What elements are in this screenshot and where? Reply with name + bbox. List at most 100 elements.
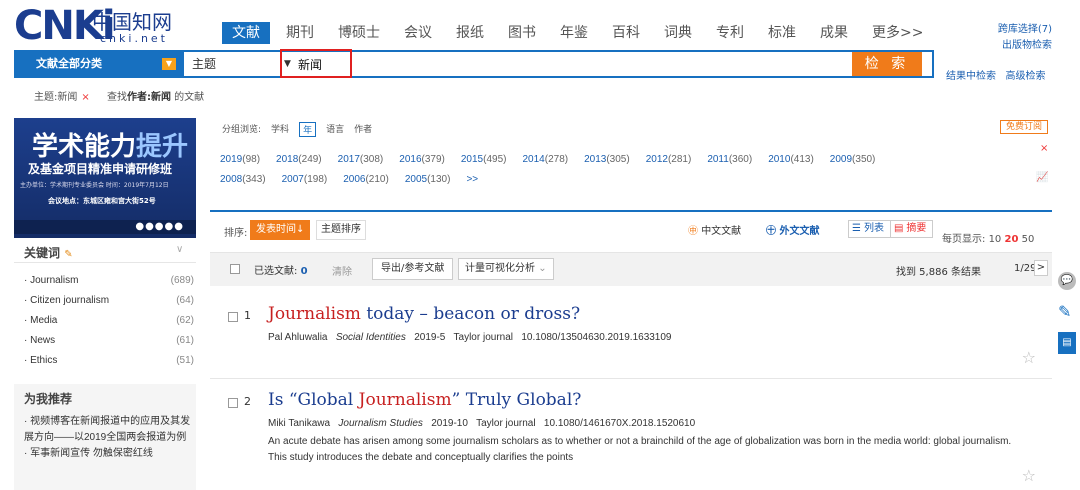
foreign-docs-tab[interactable]: ㊉ 外文文献 xyxy=(766,222,819,237)
year-filter-item[interactable]: >> xyxy=(466,170,478,190)
select-all-checkbox[interactable] xyxy=(230,264,240,274)
cross-db-select-link[interactable]: 跨库选择(7) xyxy=(912,22,1052,38)
favorite-star-icon[interactable]: ☆ xyxy=(1022,348,1036,367)
keyword-item[interactable]: · Media (62) xyxy=(24,312,194,332)
crumb-author-value[interactable]: 新闻 xyxy=(151,92,171,103)
search-field-select[interactable]: 主题 xyxy=(192,52,216,76)
search-button[interactable]: 检 索 xyxy=(852,52,922,76)
nav-item[interactable]: 文献 xyxy=(222,22,270,44)
result-search-link[interactable]: 结果中检索 xyxy=(946,71,996,82)
clear-button[interactable]: 清除 xyxy=(332,263,352,278)
nav-item[interactable]: 报纸 xyxy=(456,22,484,44)
group-tab[interactable]: 年 xyxy=(299,122,317,137)
nav-item[interactable]: 博硕士 xyxy=(338,22,380,44)
recommend-item[interactable]: · 视频博客在新闻报道中的应用及其发展方向——以2019全国两会报道为例 xyxy=(24,414,194,446)
collapse-icon[interactable]: ∨ xyxy=(176,244,183,255)
keyword-label: News xyxy=(30,335,56,346)
abstract-view-button[interactable]: ▤ 摘要 xyxy=(889,221,932,237)
result-checkbox[interactable] xyxy=(228,398,238,408)
result-journal[interactable]: Social Identities xyxy=(336,332,406,343)
year-filter-item[interactable]: 2009(350) xyxy=(830,150,876,170)
advanced-search-link[interactable]: 高级检索 xyxy=(1006,71,1046,82)
search-input[interactable] xyxy=(298,52,858,76)
keyword-item[interactable]: · News (61) xyxy=(24,332,194,352)
year-filter-item[interactable]: 2006(210) xyxy=(343,170,389,190)
nav-item[interactable]: 专利 xyxy=(716,22,744,44)
nav-item[interactable]: 期刊 xyxy=(286,22,314,44)
pen-icon[interactable]: ✎ xyxy=(1058,302,1076,321)
result-title[interactable]: Journalism today – beacon or dross? xyxy=(268,304,580,324)
nav-item[interactable]: 百科 xyxy=(612,22,640,44)
list-view-button[interactable]: ☰ 列表 xyxy=(849,221,890,237)
year-filter-item[interactable]: 2019(98) xyxy=(220,150,260,170)
year-filter-item[interactable]: 2011(360) xyxy=(707,150,752,170)
nav-item[interactable]: 词典 xyxy=(664,22,692,44)
remove-tag-icon[interactable]: × xyxy=(81,92,89,103)
year-filter-item[interactable]: 2017(308) xyxy=(338,150,384,170)
cnki-logo[interactable]: CNKi 中国知网 cnki.net xyxy=(14,4,194,48)
next-page-button[interactable]: > xyxy=(1034,260,1048,276)
nav-item[interactable]: 年鉴 xyxy=(560,22,588,44)
sort-label: 排序: xyxy=(224,228,248,239)
result-number: 1 xyxy=(244,309,251,322)
keyword-item[interactable]: · Ethics (51) xyxy=(24,352,194,372)
result-authors[interactable]: Miki Tanikawa xyxy=(268,418,330,429)
chart-icon[interactable]: 📈 xyxy=(1036,172,1048,183)
crumb-tag: 主题:新闻 xyxy=(34,92,78,103)
nav-item[interactable]: 标准 xyxy=(768,22,796,44)
logo-chinese-text: 中国知网 xyxy=(92,10,172,34)
year-filter-item[interactable]: 2008(343) xyxy=(220,170,266,190)
group-tab[interactable]: 学科 xyxy=(271,122,289,137)
keyword-item[interactable]: · Journalism (689) xyxy=(24,272,194,292)
analysis-dropdown[interactable]: 计量可视化分析 ⌄ xyxy=(458,258,554,280)
group-tab[interactable]: 语言 xyxy=(326,122,344,137)
per-page-20[interactable]: 20 xyxy=(1004,234,1018,245)
per-page-50[interactable]: 50 xyxy=(1022,234,1035,245)
year-filter-item[interactable]: 2007(198) xyxy=(282,170,328,190)
per-page-10[interactable]: 10 xyxy=(989,234,1002,245)
subscribe-button[interactable]: 免费订阅 xyxy=(1000,120,1048,134)
year-filter-item[interactable]: 2018(249) xyxy=(276,150,322,170)
result-title[interactable]: Is “Global Journalism” Truly Global? xyxy=(268,390,581,410)
year-count: (130) xyxy=(427,174,451,185)
category-dropdown[interactable]: 文献全部分类 ▼ xyxy=(16,52,184,76)
sort-by-time-button[interactable]: 发表时间↓ xyxy=(250,220,311,240)
year-filter-item[interactable]: 2015(495) xyxy=(461,150,507,170)
nav-item[interactable]: 成果 xyxy=(820,22,848,44)
close-icon[interactable]: × xyxy=(1040,143,1048,154)
result-abstract: An acute debate has arisen among some jo… xyxy=(268,436,1012,463)
year-filter-item[interactable]: 2013(305) xyxy=(584,150,630,170)
favorite-star-icon[interactable]: ☆ xyxy=(1022,466,1036,485)
notes-icon[interactable]: ▤ xyxy=(1058,332,1076,354)
group-tabs: 分组浏览: 学科年语言 作者 xyxy=(222,122,382,137)
feedback-bubble-icon[interactable]: 💬 xyxy=(1058,272,1076,290)
year-count: (249) xyxy=(298,154,322,165)
year-label: >> xyxy=(466,174,479,185)
year-filter-item[interactable]: 2016(379) xyxy=(399,150,445,170)
carousel-dots[interactable]: ●●●●● xyxy=(135,221,184,232)
keyword-item[interactable]: · Citizen journalism (64) xyxy=(24,292,194,312)
chinese-docs-tab[interactable]: ㊥ 中文文献 xyxy=(688,222,741,237)
year-filter-item[interactable]: 2010(413) xyxy=(768,150,814,170)
nav-item[interactable]: 图书 xyxy=(508,22,536,44)
result-authors[interactable]: Pal Ahluwalia xyxy=(268,332,327,343)
promo-banner[interactable]: 学术能力提升 及基金项目精准申请研修班 主办单位：学术期刊专业委员会 时间：20… xyxy=(14,118,196,238)
year-filter-item[interactable]: 2014(278) xyxy=(522,150,568,170)
edit-icon[interactable]: ✎ xyxy=(64,249,72,260)
year-filter-item[interactable]: 2005(130) xyxy=(405,170,451,190)
result-journal[interactable]: Journalism Studies xyxy=(338,418,422,429)
keyword-count: (689) xyxy=(170,275,194,286)
nav-item[interactable]: 会议 xyxy=(404,22,432,44)
arrow-down-icon: ↓ xyxy=(296,224,305,235)
year-filter-item[interactable]: 2012(281) xyxy=(646,150,692,170)
selected-count: 已选文献: 0 xyxy=(254,266,308,277)
crumb-suffix: 的文献 xyxy=(174,92,205,103)
result-checkbox[interactable] xyxy=(228,312,238,322)
recommend-item[interactable]: · 军事新闻宣传 勿触保密红线 xyxy=(24,446,194,462)
group-tab[interactable]: 作者 xyxy=(354,122,372,137)
recommend-list: · 视频博客在新闻报道中的应用及其发展方向——以2019全国两会报道为例 · 军事… xyxy=(24,414,194,462)
result-doi: 10.1080/13504630.2019.1633109 xyxy=(521,332,672,343)
export-button[interactable]: 导出/参考文献 xyxy=(372,258,454,280)
sort-by-topic-button[interactable]: 主题排序 xyxy=(316,220,366,240)
year-label: 2012 xyxy=(645,154,668,165)
